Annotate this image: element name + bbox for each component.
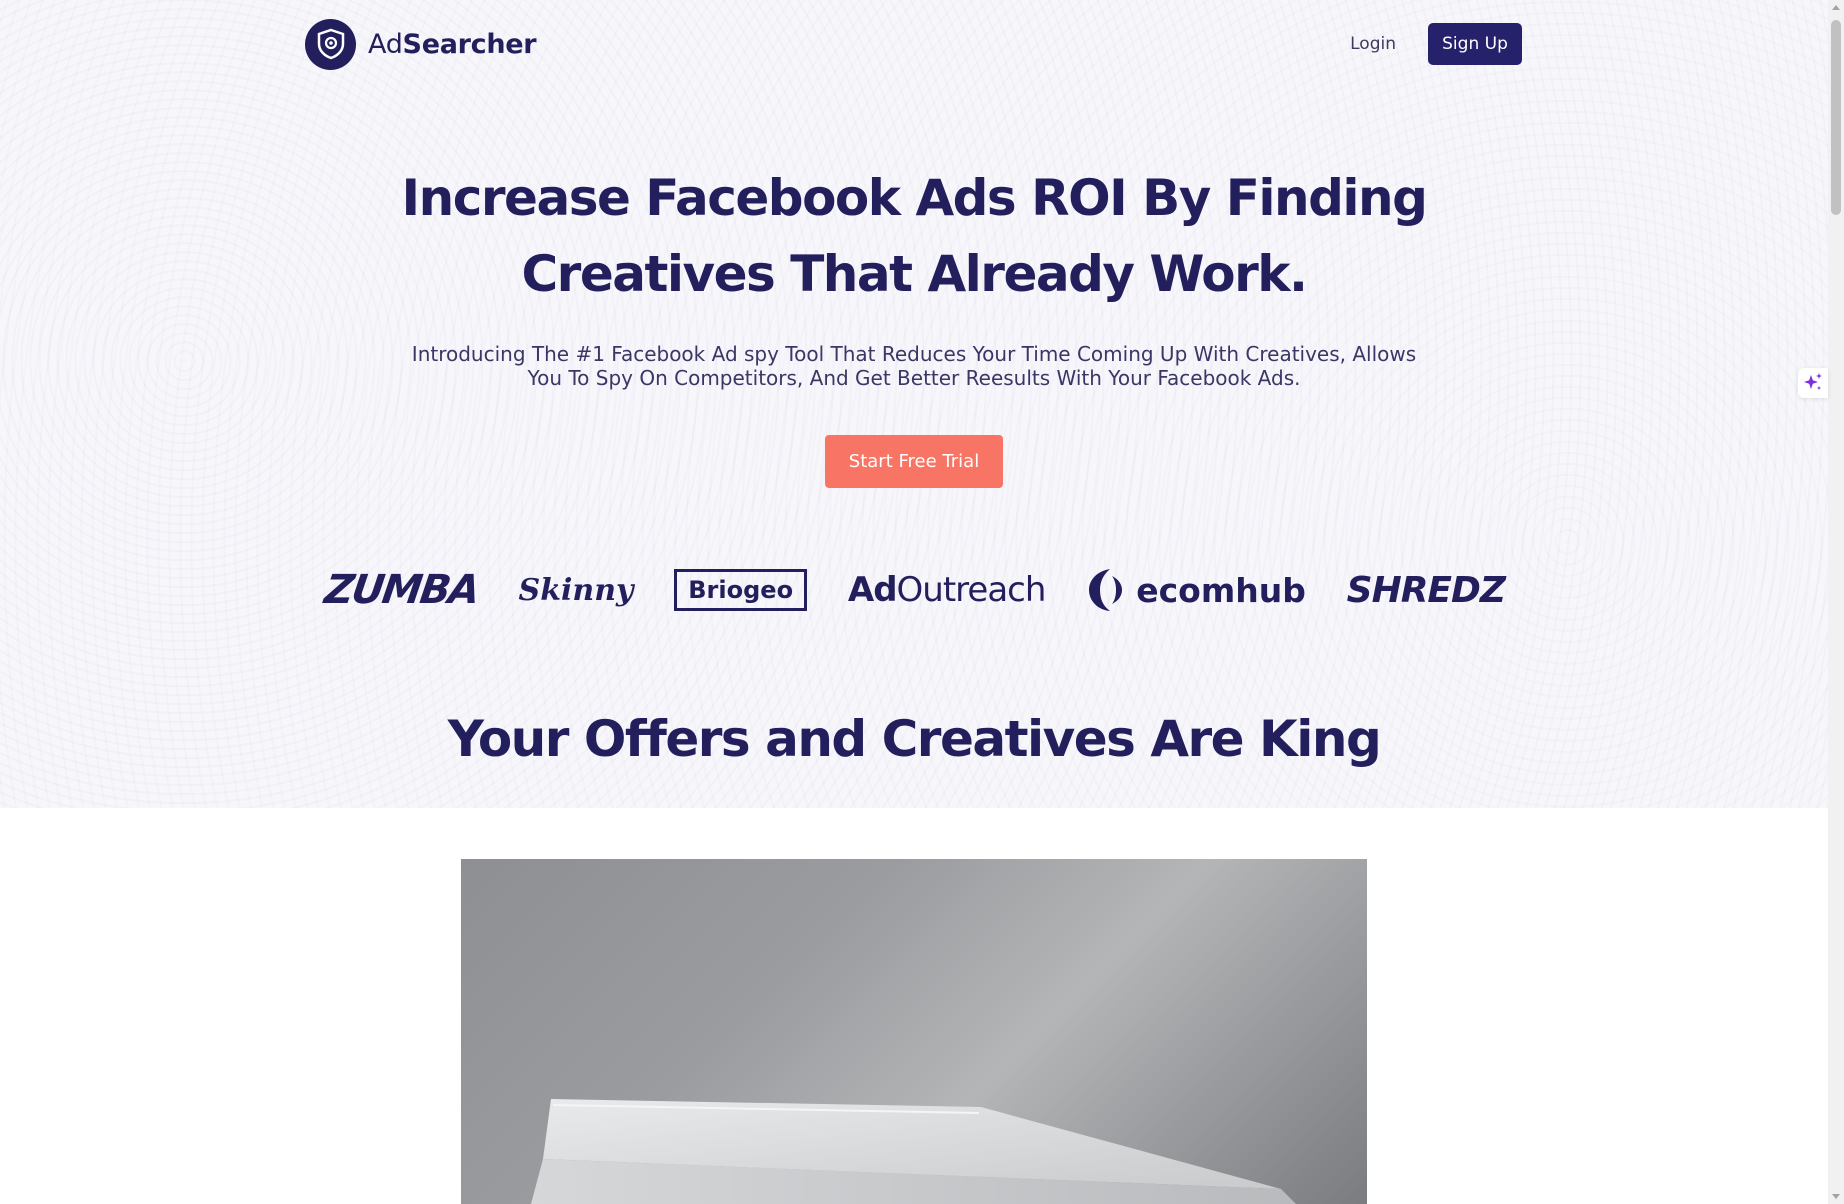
shield-icon	[305, 18, 356, 70]
hero-subtitle: Introducing The #1 Facebook Ad spy Tool …	[400, 342, 1428, 390]
brand-logo-link[interactable]: AdSearcher	[305, 18, 537, 70]
brand-name: AdSearcher	[368, 28, 537, 60]
brand-name-suffix: Searcher	[402, 28, 537, 60]
hero-title: Increase Facebook Ads ROI By Finding Cre…	[400, 160, 1428, 312]
login-link[interactable]: Login	[1350, 34, 1396, 54]
sparkle-widget-button[interactable]	[1798, 368, 1828, 398]
hero-title-line-1: Increase Facebook Ads ROI By Finding	[401, 169, 1428, 227]
shredz-logo: SHREDZ	[1346, 569, 1506, 611]
start-free-trial-button[interactable]: Start Free Trial	[825, 435, 1003, 488]
adoutreach-logo-rest: Outreach	[896, 570, 1047, 610]
scroll-up-arrow-icon[interactable]	[1832, 5, 1840, 10]
ecomhub-logo: ecomhub	[1086, 566, 1306, 614]
crescent-icon	[1089, 569, 1123, 611]
skinny-bunny-logo: Skinny	[518, 572, 634, 608]
scroll-down-arrow-icon[interactable]	[1832, 1194, 1840, 1199]
navbar: AdSearcher Login Sign Up	[305, 18, 1522, 70]
hero-subtitle-line-1: Introducing The #1 Facebook Ad spy Tool …	[411, 342, 1417, 366]
page-scrollbar[interactable]	[1828, 0, 1844, 1204]
signup-button[interactable]: Sign Up	[1428, 23, 1522, 65]
ecomhub-logo-text: ecomhub	[1136, 570, 1306, 610]
scrollbar-thumb[interactable]	[1831, 20, 1841, 215]
laptop-image	[461, 859, 1367, 1204]
hero-title-line-2: Creatives That Already Work.	[521, 245, 1308, 303]
nav-actions: Login Sign Up	[1350, 23, 1522, 65]
adoutreach-logo-ad: Ad	[847, 570, 898, 610]
adoutreach-logo: AdOutreach	[847, 570, 1047, 610]
section-title: Your Offers and Creatives Are King	[447, 710, 1382, 768]
sparkle-icon	[1804, 373, 1822, 390]
hero-subtitle-line-2: You To Spy On Competitors, And Get Bette…	[527, 366, 1301, 390]
zumba-logo: ZUMBA	[321, 567, 481, 613]
brand-name-prefix: Ad	[368, 28, 403, 60]
client-logos-row: ZUMBA Skinny Briogeo AdOutreach ecomhub …	[321, 560, 1506, 620]
briogeo-logo: Briogeo	[674, 569, 808, 611]
